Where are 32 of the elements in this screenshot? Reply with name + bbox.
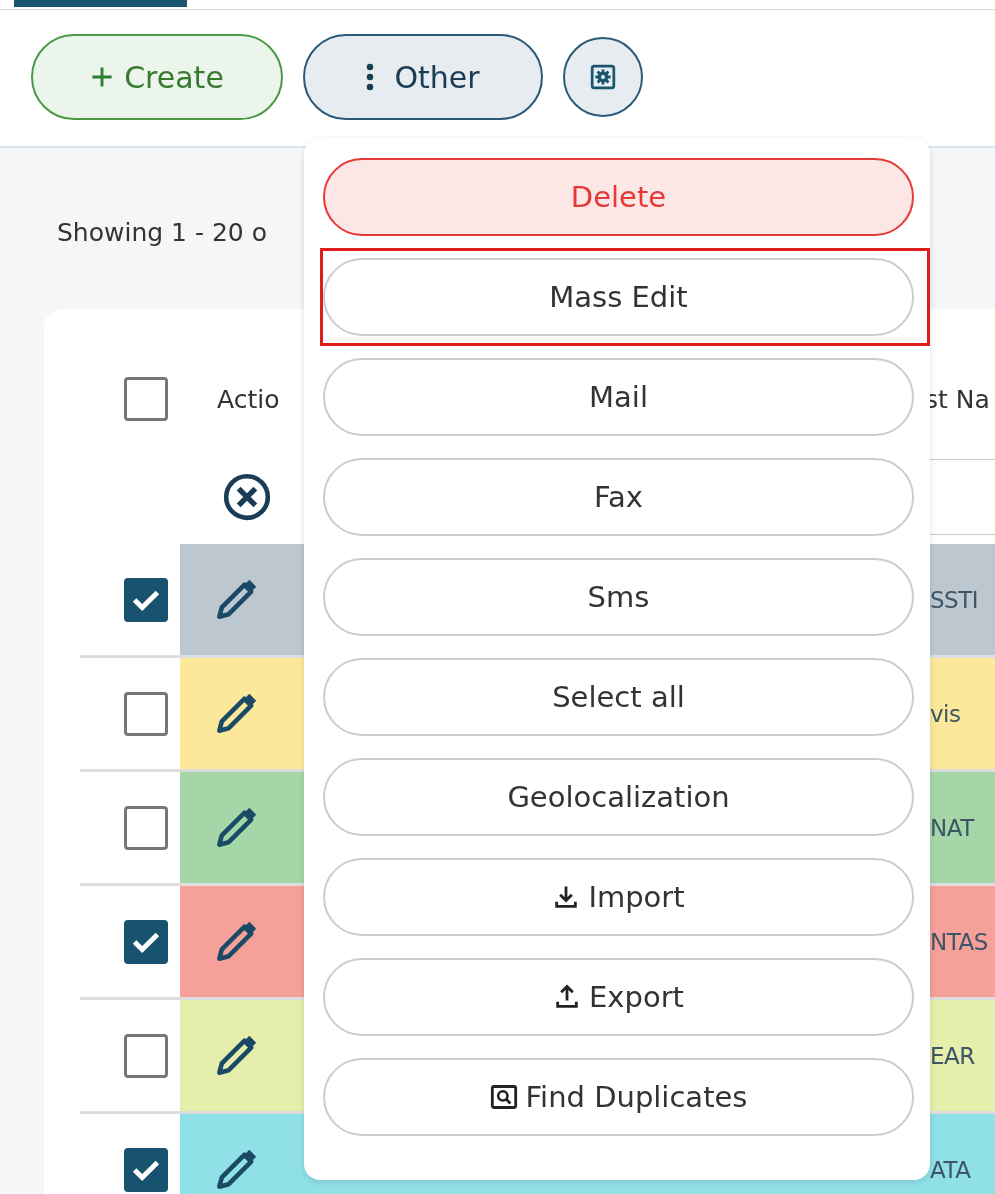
search-icon	[489, 1083, 518, 1111]
table-cell: SSTI	[930, 586, 979, 613]
row-checkbox[interactable]	[124, 805, 168, 850]
table-cell: NTAS	[930, 928, 988, 955]
table-cell: NAT	[930, 814, 974, 841]
menu-item[interactable]: Geolocalization	[323, 758, 914, 836]
settings-icon	[590, 64, 616, 90]
create-button[interactable]: Create	[31, 34, 283, 120]
other-button[interactable]: Other	[303, 34, 543, 120]
plus-icon	[90, 65, 115, 89]
row-checkbox[interactable]	[124, 919, 168, 964]
menu-item[interactable]: Find Duplicates	[323, 1058, 914, 1136]
kebab-icon	[366, 63, 375, 91]
select-all-checkbox[interactable]	[124, 377, 168, 421]
table-cell: ATA	[930, 1156, 971, 1183]
menu-item[interactable]: Mass Edit	[323, 258, 914, 336]
table-cell: EAR	[930, 1042, 975, 1069]
row-checkbox[interactable]	[124, 577, 168, 622]
clear-filter-icon[interactable]	[222, 471, 272, 522]
row-checkbox[interactable]	[124, 1147, 168, 1192]
menu-item[interactable]: Sms	[323, 558, 914, 636]
menu-item[interactable]: Import	[323, 858, 914, 936]
column-header: Actio	[217, 384, 280, 414]
menu-item[interactable]: Select all	[323, 658, 914, 736]
menu-item[interactable]: Mail	[323, 358, 914, 436]
row-checkbox[interactable]	[124, 691, 168, 736]
row-checkbox[interactable]	[124, 1033, 168, 1078]
menu-item[interactable]: Fax	[323, 458, 914, 536]
table-cell: vis	[930, 700, 961, 727]
menu-item[interactable]: Export	[323, 958, 914, 1036]
results-summary: Showing 1 - 20 o	[57, 218, 268, 247]
menu-item[interactable]: Delete	[323, 158, 914, 236]
